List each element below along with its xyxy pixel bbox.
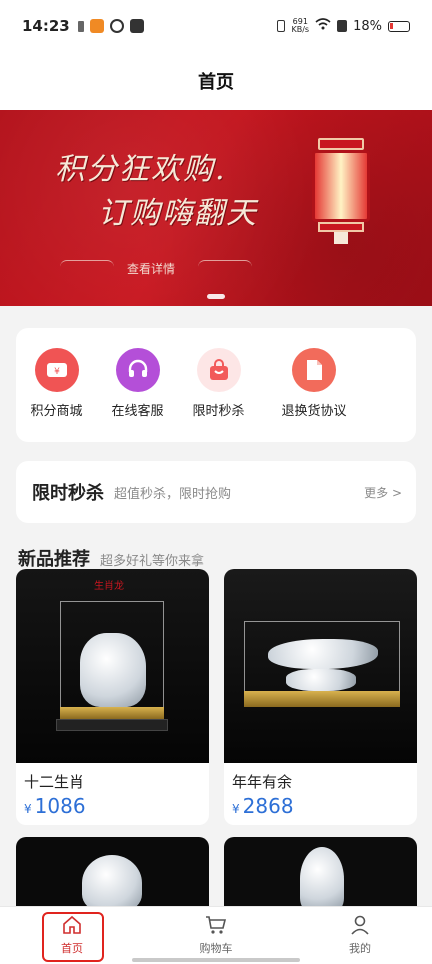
- wifi-icon: [315, 18, 331, 34]
- price-value: 2868: [242, 794, 294, 818]
- home-icon: [61, 915, 83, 938]
- status-time: 14:23: [22, 17, 70, 35]
- nav-label: 我的: [349, 942, 371, 955]
- product-card[interactable]: [16, 837, 209, 909]
- net-speed-unit: KB/s: [291, 25, 310, 34]
- sim-off-icon: [337, 20, 348, 32]
- shopping-bag-icon: [196, 348, 241, 392]
- banner-detail-link[interactable]: 查看详情: [127, 260, 175, 277]
- bottom-navigation: 首页 购物车 我的: [0, 906, 432, 964]
- nav-cart[interactable]: 购物车: [144, 907, 288, 964]
- gold-base: [244, 691, 400, 707]
- points-ticket-icon: ¥: [34, 348, 79, 392]
- page-header: 首页: [0, 52, 432, 110]
- user-icon: [349, 915, 371, 938]
- gesture-bar[interactable]: [132, 958, 300, 962]
- product-card[interactable]: 年年有余 ¥2868: [224, 569, 417, 825]
- vibrate-icon: [277, 20, 286, 32]
- flash-sale-more-link[interactable]: 更多 >: [364, 484, 402, 501]
- battery-icon: [388, 20, 410, 32]
- new-products-header: 新品推荐 超多好礼等你来拿: [18, 545, 204, 571]
- message-app-icon: [129, 19, 144, 33]
- link-app-icon: [109, 19, 124, 33]
- banner-decoration-right: [198, 260, 252, 274]
- flash-sale-title: 限时秒杀: [32, 483, 104, 504]
- black-stand: [56, 719, 168, 731]
- battery-percent: 18%: [353, 18, 382, 34]
- product-name: 年年有余: [232, 773, 293, 791]
- product-card[interactable]: [224, 837, 417, 909]
- status-bar: 14:23 691 KB/s 18%: [0, 0, 432, 52]
- cart-icon: [205, 915, 227, 938]
- quick-item-label: 积分商城: [30, 404, 83, 419]
- price-value: 1086: [34, 794, 86, 818]
- currency-symbol: ¥: [24, 802, 32, 816]
- product-name: 十二生肖: [24, 773, 85, 791]
- flash-sale-bar[interactable]: 限时秒杀 超值秒杀，限时抢购 更多 >: [16, 461, 416, 523]
- quick-item-flash-sale[interactable]: 限时秒杀: [178, 348, 259, 442]
- promo-banner[interactable]: 积分狂欢购. 订购嗨翻天 查看详情: [0, 110, 432, 306]
- status-right: 691 KB/s 18%: [277, 18, 410, 34]
- product-card[interactable]: 生肖龙 十二生肖 ¥1086: [16, 569, 209, 825]
- product-image-ruyi: [16, 837, 209, 909]
- quick-item-label: 退换货协议: [281, 404, 347, 419]
- banner-headline-2: 订购嗨翻天: [98, 196, 258, 231]
- svg-text:¥: ¥: [54, 367, 60, 377]
- product-image-label: 生肖龙: [94, 581, 124, 592]
- quick-item-return-policy[interactable]: 退换货协议: [259, 348, 369, 442]
- status-app-icons: [77, 19, 144, 33]
- dragon-figure: [80, 633, 146, 707]
- ruyi-figure: [82, 855, 142, 909]
- banner-page-indicator: [207, 294, 225, 299]
- gold-base: [60, 707, 164, 719]
- product-image-dragon: 生肖龙: [16, 569, 209, 763]
- nav-label: 购物车: [199, 942, 233, 955]
- product-grid: 生肖龙 十二生肖 ¥1086 年年有余 ¥2868: [16, 569, 418, 909]
- sim-icon: [77, 20, 84, 32]
- page-title: 首页: [198, 72, 234, 93]
- document-icon: [292, 348, 336, 392]
- ornament-figure: [300, 847, 344, 909]
- new-products-subtitle: 超多好礼等你来拿: [100, 554, 205, 569]
- lantern-icon: [312, 138, 370, 244]
- quick-item-points-mall[interactable]: ¥ 积分商城: [16, 348, 97, 442]
- flash-sale-subtitle: 超值秒杀，限时抢购: [114, 486, 232, 502]
- new-products-title: 新品推荐: [18, 549, 90, 570]
- network-speed: 691 KB/s: [291, 18, 309, 34]
- nav-label: 首页: [61, 942, 83, 955]
- currency-symbol: ¥: [232, 802, 240, 816]
- product-image-ornament: [224, 837, 417, 909]
- banner-decoration-left: [60, 260, 114, 274]
- product-price: ¥1086: [24, 794, 209, 818]
- nav-home[interactable]: 首页: [0, 907, 144, 964]
- wave-base: [286, 669, 356, 691]
- app-notification-icon: [89, 19, 104, 33]
- headset-icon: [115, 348, 160, 392]
- quick-item-label: 限时秒杀: [192, 404, 245, 419]
- banner-headline-1: 积分狂欢购.: [55, 152, 227, 187]
- nav-profile[interactable]: 我的: [288, 907, 432, 964]
- fish-figure: [268, 639, 378, 669]
- product-price: ¥2868: [232, 794, 417, 818]
- quick-item-customer-service[interactable]: 在线客服: [97, 348, 178, 442]
- quick-actions-card: ¥ 积分商城 在线客服 限时秒杀 退换货协议: [16, 328, 416, 442]
- quick-item-label: 在线客服: [111, 404, 164, 419]
- product-image-fish: [224, 569, 417, 763]
